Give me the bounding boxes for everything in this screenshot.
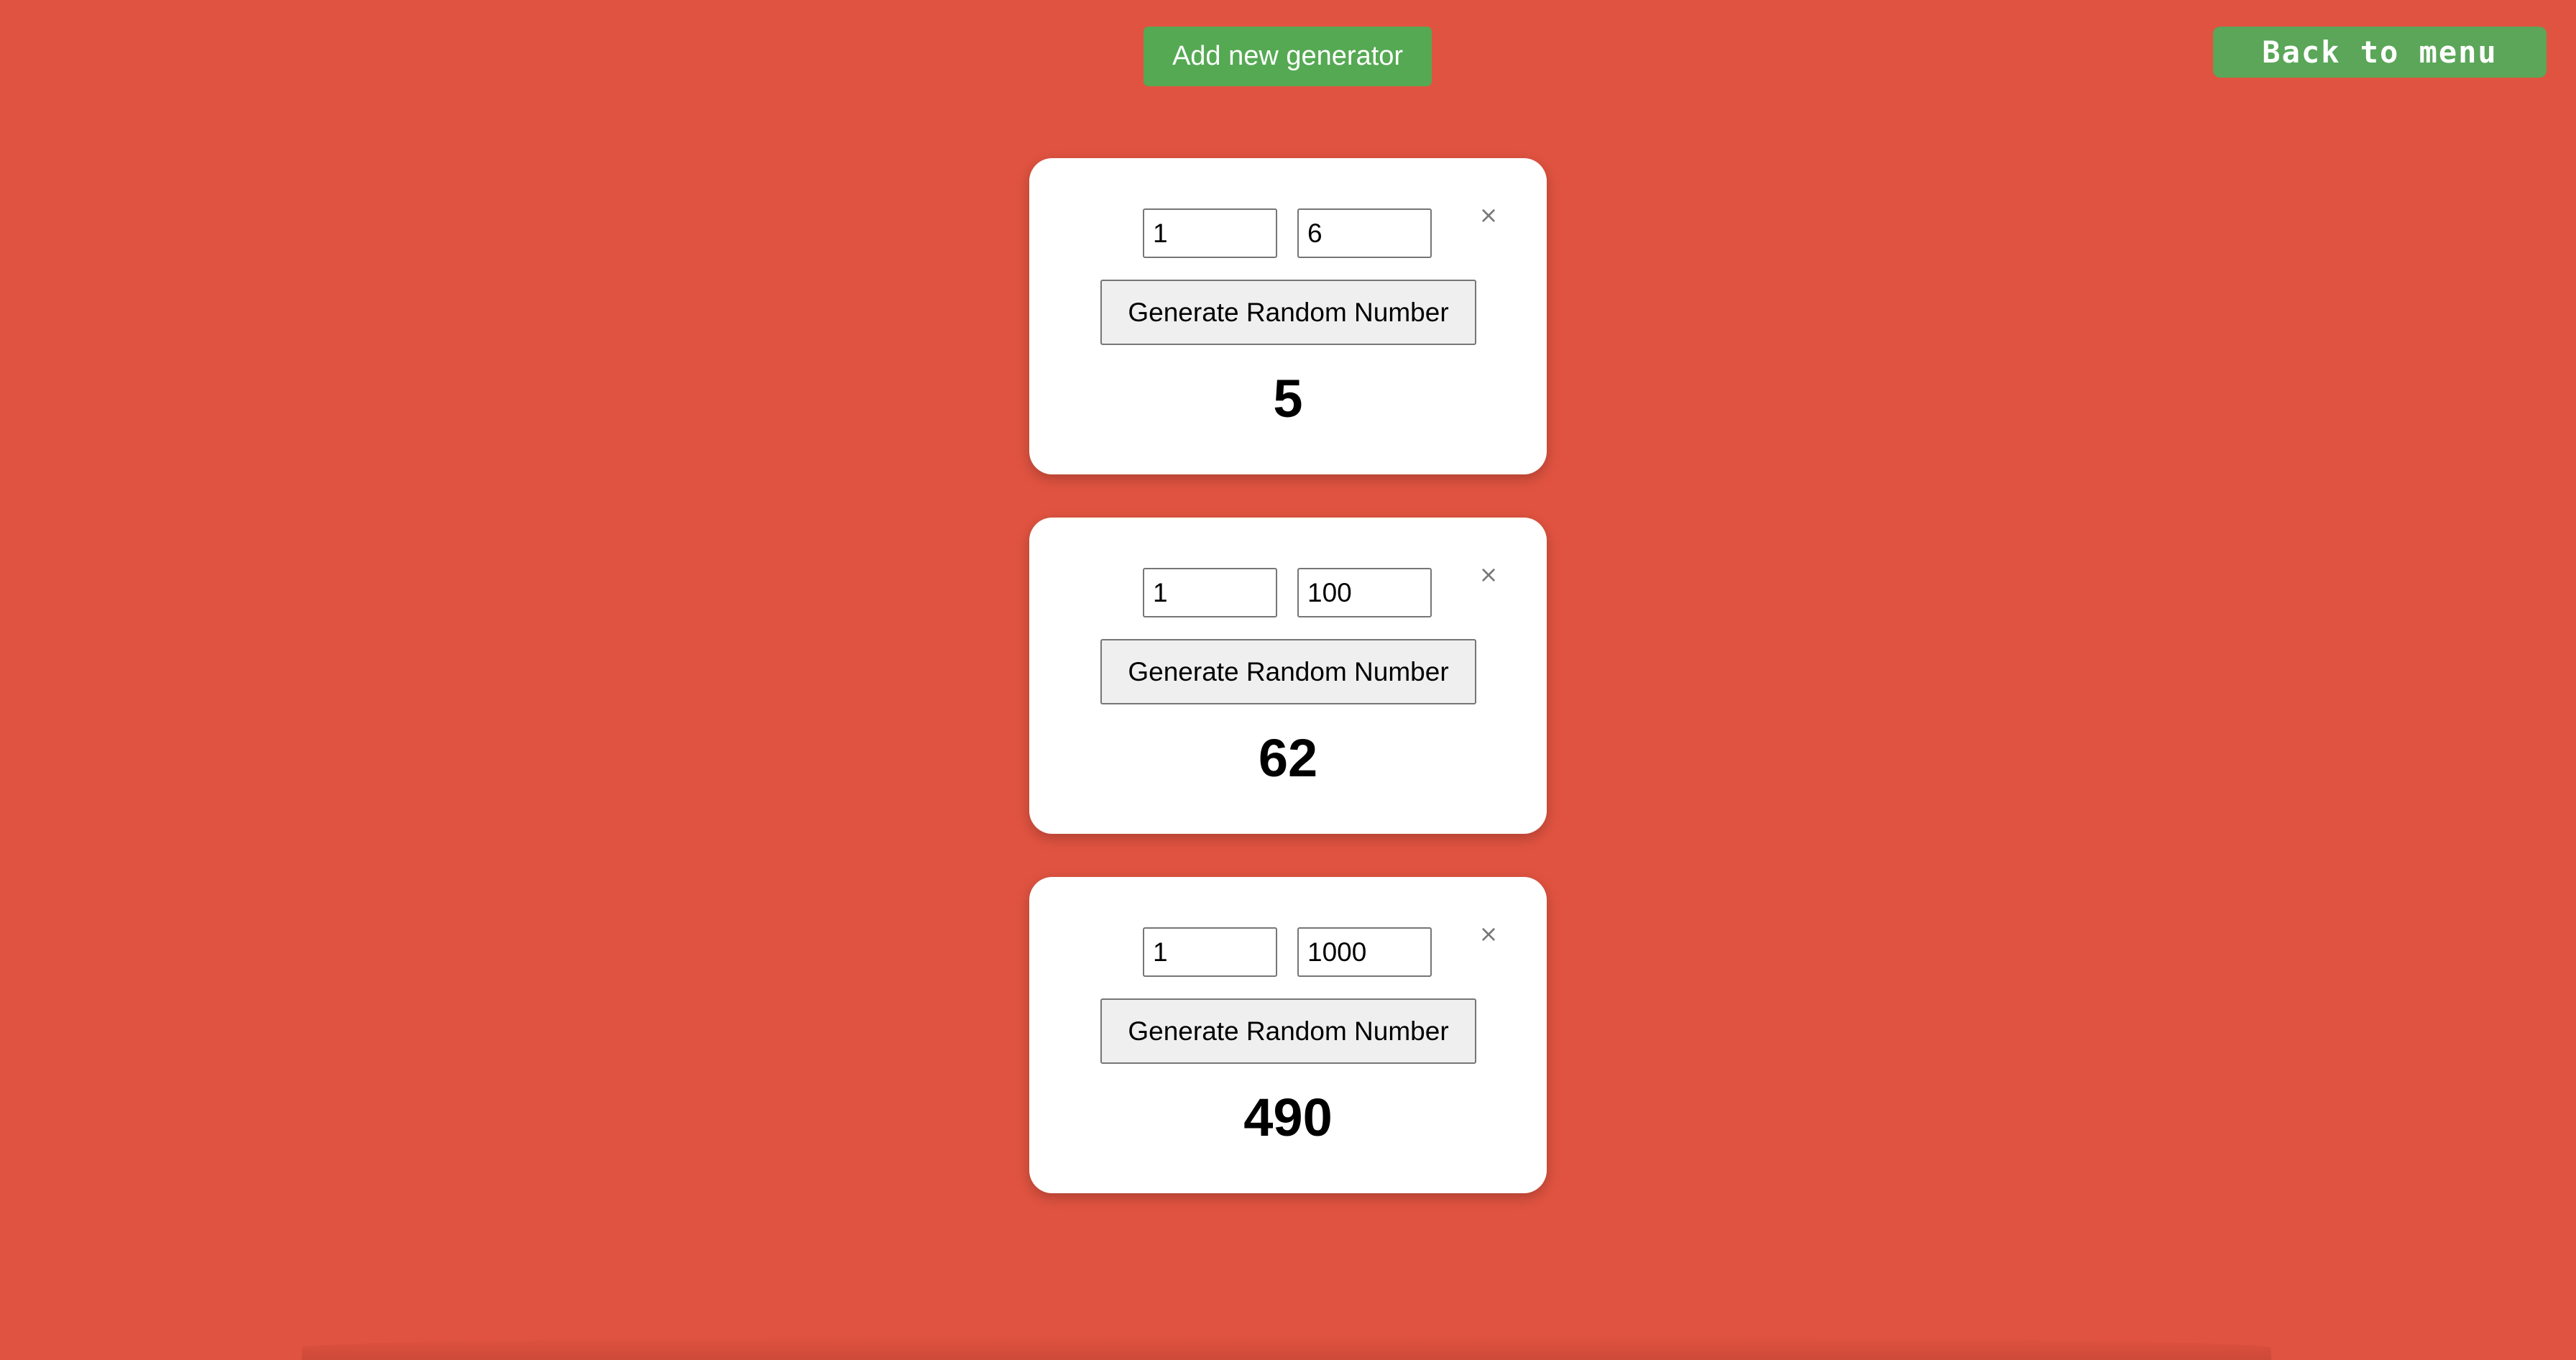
generator-card: × Generate Random Number 490	[1029, 877, 1547, 1193]
generator-card: × Generate Random Number 62	[1029, 518, 1547, 834]
add-generator-button[interactable]: Add new generator	[1144, 27, 1432, 86]
close-icon[interactable]: ×	[1478, 922, 1499, 945]
result-value: 490	[1243, 1088, 1333, 1147]
close-icon[interactable]: ×	[1478, 563, 1499, 586]
generator-card: × Generate Random Number 5	[1029, 158, 1547, 474]
generate-button[interactable]: Generate Random Number	[1100, 639, 1476, 704]
close-icon[interactable]: ×	[1478, 203, 1499, 226]
result-value: 62	[1258, 728, 1318, 788]
min-input[interactable]	[1143, 568, 1277, 617]
generate-button[interactable]: Generate Random Number	[1100, 998, 1476, 1064]
max-input[interactable]	[1297, 927, 1432, 977]
min-input[interactable]	[1143, 927, 1277, 977]
result-value: 5	[1273, 369, 1303, 428]
generate-button[interactable]: Generate Random Number	[1100, 280, 1476, 345]
max-input[interactable]	[1297, 568, 1432, 617]
back-to-menu-button[interactable]: Back to menu	[2213, 27, 2547, 78]
max-input[interactable]	[1297, 208, 1432, 258]
min-input[interactable]	[1143, 208, 1277, 258]
bottom-shadow	[302, 1336, 2271, 1360]
